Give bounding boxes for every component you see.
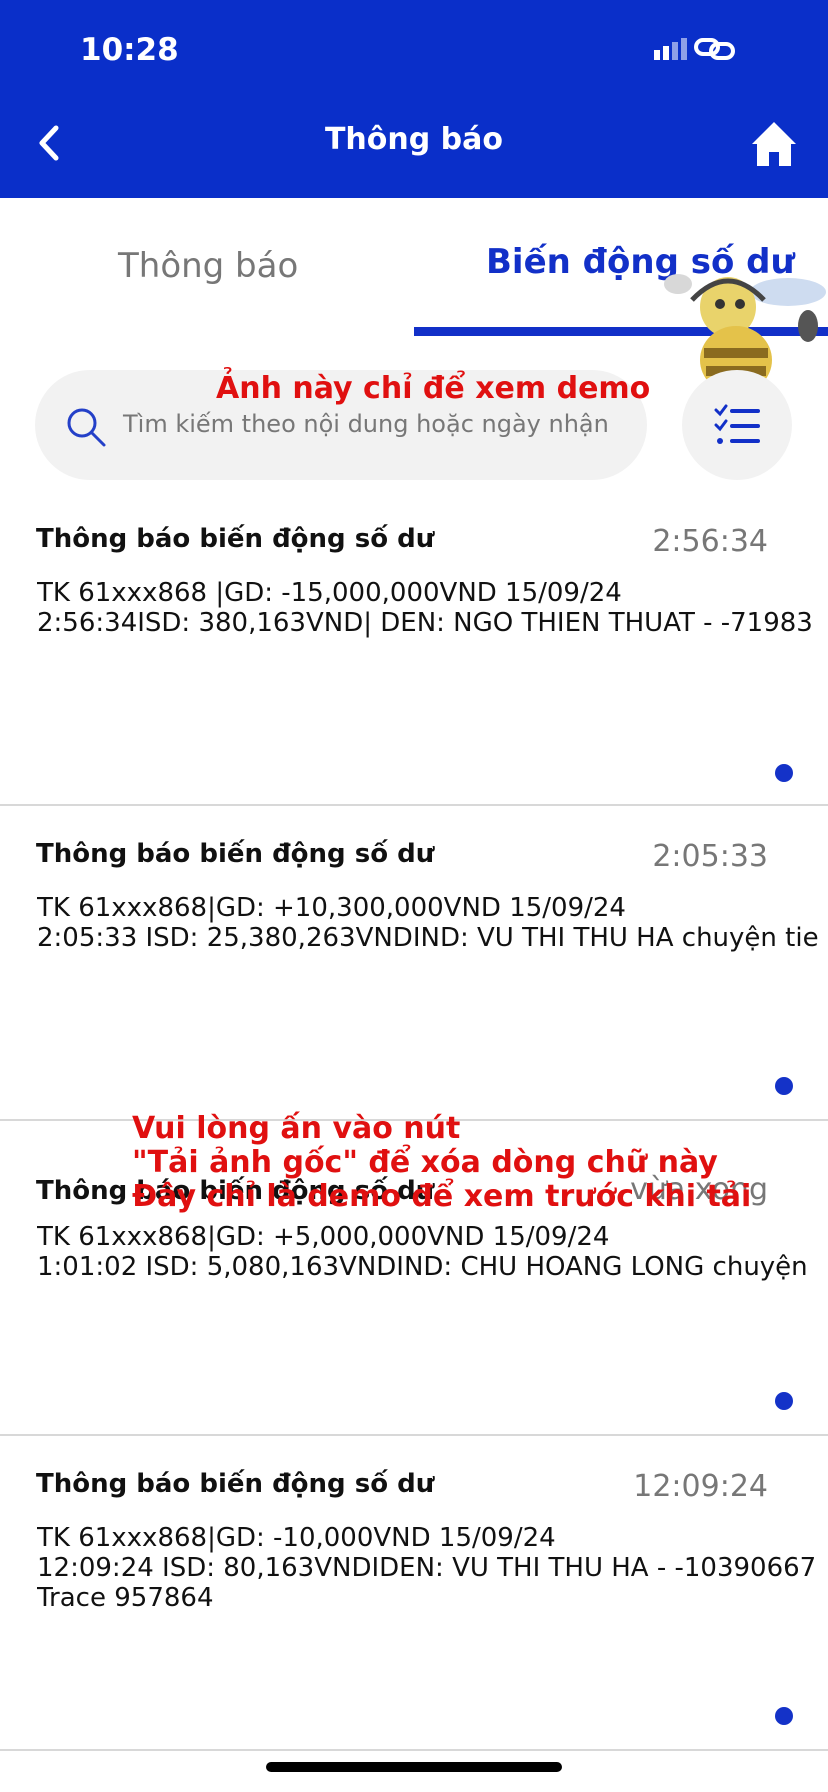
unread-dot bbox=[775, 1392, 793, 1410]
notification-title: Thông báo biến động số dư bbox=[36, 524, 435, 554]
notification-body: TK 61xxx868|GD: +10,300,000VND 15/09/24 … bbox=[37, 893, 819, 953]
cellular-signal-icon bbox=[654, 38, 687, 60]
demo-watermark-line-2: "Tải ảnh gốc" để xóa dòng chữ này bbox=[132, 1145, 718, 1180]
unread-dot bbox=[775, 764, 793, 782]
home-icon bbox=[752, 122, 796, 166]
list-item[interactable]: Thông báo biến động số dư 12:09:24 TK 61… bbox=[0, 1435, 828, 1751]
link-icon bbox=[694, 38, 735, 60]
demo-watermark-line-1: Vui lòng ấn vào nút bbox=[132, 1111, 461, 1146]
notification-title: Thông báo biến động số dư bbox=[36, 1469, 435, 1499]
list-item[interactable]: Thông báo biến động số dư 2:05:33 TK 61x… bbox=[0, 805, 828, 1121]
notification-title: Thông báo biến động số dư bbox=[36, 839, 435, 869]
page-title: Thông báo bbox=[324, 122, 504, 157]
search-icon bbox=[67, 408, 106, 447]
filter-button[interactable] bbox=[682, 370, 792, 480]
notification-body: TK 61xxx868|GD: +5,000,000VND 15/09/24 1… bbox=[37, 1222, 808, 1282]
status-time: 10:28 bbox=[80, 32, 179, 68]
notification-time: 12:09:24 bbox=[633, 1469, 768, 1504]
checklist-filter-icon bbox=[714, 404, 760, 444]
unread-dot bbox=[775, 1077, 793, 1095]
home-indicator bbox=[266, 1762, 562, 1772]
tab-notifications[interactable]: Thông báo bbox=[118, 246, 298, 286]
notification-body: TK 61xxx868|GD: -10,000VND 15/09/24 12:0… bbox=[37, 1523, 817, 1613]
home-button[interactable] bbox=[748, 118, 800, 170]
demo-watermark-line-3: Đây chỉ là demo để xem trước khi tải bbox=[132, 1179, 752, 1214]
search-placeholder: Tìm kiếm theo nội dung hoặc ngày nhận bbox=[123, 410, 609, 438]
list-item[interactable]: Thông báo biến động số dư 2:56:34 TK 61x… bbox=[0, 490, 828, 806]
notification-time: 2:56:34 bbox=[652, 524, 768, 559]
demo-watermark-top: Ảnh này chỉ để xem demo bbox=[216, 371, 651, 406]
notification-time: 2:05:33 bbox=[652, 839, 768, 874]
notification-body: TK 61xxx868 |GD: -15,000,000VND 15/09/24… bbox=[37, 578, 813, 638]
app-header: 10:28 Thông báo bbox=[0, 0, 828, 198]
unread-dot bbox=[775, 1707, 793, 1725]
